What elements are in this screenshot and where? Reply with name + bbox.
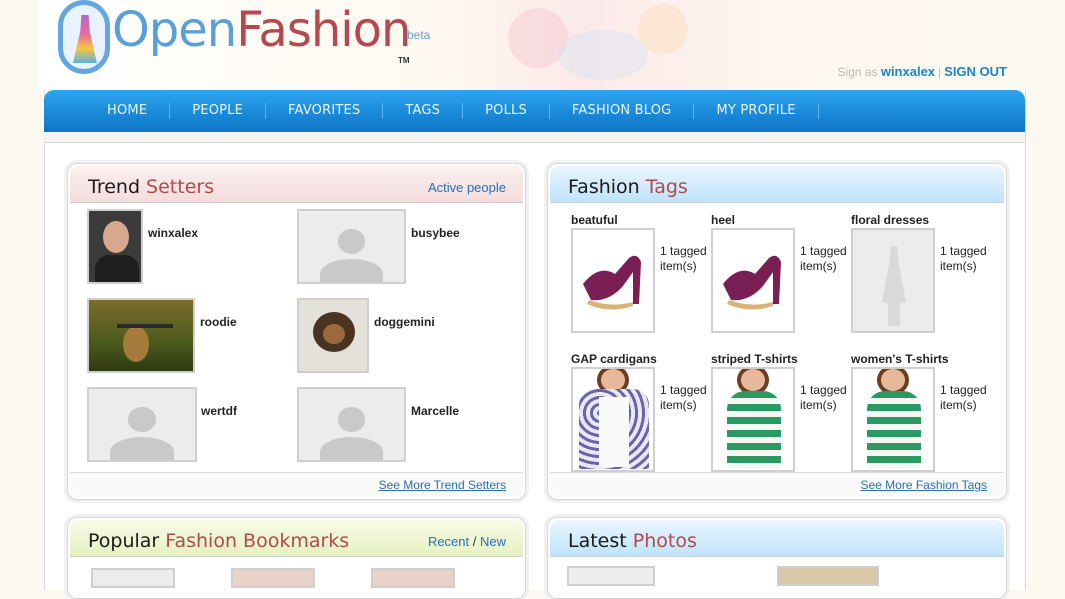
tag-item[interactable]: beatuful 1 tagged item(s) — [571, 213, 711, 345]
username-link[interactable]: winxalex — [881, 64, 935, 79]
logo-wordmark[interactable]: OpenFashion — [112, 6, 411, 54]
tag-count: 1 tagged item(s) — [660, 244, 707, 273]
avatar[interactable] — [297, 298, 369, 373]
signin-prefix: Sign as — [837, 65, 878, 79]
title-part: Trend — [88, 176, 147, 198]
bookmarks-filter: Recent / New — [428, 534, 506, 549]
title-part: Fashion — [568, 176, 646, 198]
sign-out-link[interactable]: SIGN OUT — [944, 64, 1007, 79]
tag-name[interactable]: striped T-shirts — [711, 352, 798, 366]
panel-title: Latest Photos — [568, 530, 697, 552]
title-part: Latest — [568, 530, 633, 552]
nav-item-my-profile[interactable]: MY PROFILE — [694, 103, 819, 119]
avatar[interactable] — [87, 209, 143, 284]
logo-part-fashion: Fashion — [236, 2, 411, 58]
photo-thumbnail[interactable] — [777, 566, 879, 586]
beta-label: beta — [407, 28, 431, 42]
panel-header: Trend Setters Active people — [70, 166, 523, 203]
tag-item[interactable]: heel 1 tagged item(s) — [711, 213, 851, 345]
panel-title: Fashion Tags — [568, 176, 688, 198]
nav-item-fashion-blog[interactable]: FASHION BLOG — [550, 103, 695, 119]
dress-silhouette-image — [882, 246, 906, 326]
trademark-label: TM — [398, 56, 410, 65]
tag-count: 1 tagged item(s) — [940, 244, 987, 273]
nav-underbar — [44, 132, 1025, 143]
signin-separator: | — [938, 65, 942, 79]
active-people-link[interactable]: Active people — [428, 180, 506, 195]
nav-item-tags[interactable]: TAGS — [383, 103, 464, 119]
recent-link[interactable]: Recent — [428, 534, 469, 549]
tag-thumbnail[interactable] — [571, 367, 655, 472]
trend-setters-panel: Trend Setters Active people winxalex bus… — [67, 163, 526, 500]
avatar-placeholder[interactable] — [297, 209, 406, 284]
logo-part-open: Open — [112, 2, 237, 58]
tag-name[interactable]: floral dresses — [851, 213, 929, 227]
bookmark-thumbnail[interactable] — [231, 568, 315, 588]
photo-thumbnail[interactable] — [567, 566, 655, 586]
bookmark-thumbnail[interactable] — [371, 568, 455, 588]
panel-header: Popular Fashion Bookmarks Recent / New — [70, 520, 523, 557]
tag-thumbnail[interactable] — [711, 367, 795, 472]
avatar[interactable] — [87, 298, 195, 373]
tag-item[interactable]: striped T-shirts 1 tagged item(s) — [711, 352, 851, 484]
tag-count: 1 tagged item(s) — [940, 383, 987, 412]
tag-item[interactable]: women's T-shirts 1 tagged item(s) — [851, 352, 991, 484]
see-more-fashion-tags-link[interactable]: See More Fashion Tags — [860, 478, 987, 492]
tag-name[interactable]: beatuful — [571, 213, 618, 227]
see-more-trend-setters-link[interactable]: See More Trend Setters — [379, 478, 506, 492]
bookmark-thumbnail[interactable] — [91, 568, 175, 588]
latest-photos-panel: Latest Photos — [547, 517, 1007, 599]
tag-count: 1 tagged item(s) — [800, 383, 847, 412]
title-part: Popular — [88, 530, 166, 552]
person-name[interactable]: Marcelle — [411, 404, 459, 418]
tag-count: 1 tagged item(s) — [660, 383, 707, 412]
filter-separator: / — [469, 534, 480, 549]
new-link[interactable]: New — [480, 534, 506, 549]
tag-name[interactable]: heel — [711, 213, 735, 227]
person-name[interactable]: doggemini — [374, 315, 435, 329]
title-accent: Setters — [146, 176, 215, 198]
nav-item-polls[interactable]: POLLS — [463, 103, 550, 119]
tag-name[interactable]: GAP cardigans — [571, 352, 657, 366]
decor-swirl — [638, 4, 688, 54]
striped-shirt-image — [867, 391, 921, 469]
avatar-placeholder[interactable] — [297, 387, 406, 462]
shoe-image — [723, 255, 781, 310]
nav-item-home[interactable]: HOME — [85, 103, 171, 119]
popular-bookmarks-panel: Popular Fashion Bookmarks Recent / New — [67, 517, 526, 599]
fashion-tags-panel: Fashion Tags beatuful 1 tagged item(s) h… — [547, 163, 1007, 500]
decor-swirl — [558, 30, 648, 80]
page: OpenFashion beta TM Sign as winxalex | SIG… — [0, 0, 1065, 599]
signin-bar: Sign as winxalex | SIGN OUT — [837, 64, 1007, 79]
striped-shirt-image — [727, 391, 781, 469]
main-nav: HOME PEOPLE FAVORITES TAGS POLLS FASHION… — [44, 90, 1025, 132]
tag-count: 1 tagged item(s) — [800, 244, 847, 273]
person-name[interactable]: busybee — [411, 226, 460, 240]
logo-icon[interactable] — [58, 0, 110, 74]
panel-title: Trend Setters — [88, 176, 214, 198]
person-name[interactable]: winxalex — [148, 226, 198, 240]
nav-item-favorites[interactable]: FAVORITES — [266, 103, 384, 119]
title-accent: Tags — [645, 176, 688, 198]
tag-item[interactable]: GAP cardigans 1 tagged item(s) — [571, 352, 711, 484]
panel-header: Fashion Tags — [550, 166, 1004, 203]
tag-thumbnail[interactable] — [851, 228, 935, 333]
title-accent: Fashion Bookmarks — [165, 530, 350, 552]
tag-name[interactable]: women's T-shirts — [851, 352, 949, 366]
avatar-placeholder[interactable] — [87, 387, 197, 462]
tag-thumbnail[interactable] — [851, 367, 935, 472]
tag-item[interactable]: floral dresses 1 tagged item(s) — [851, 213, 991, 345]
tag-thumbnail[interactable] — [711, 228, 795, 333]
person-name[interactable]: wertdf — [201, 404, 237, 418]
person-name[interactable]: roodie — [200, 315, 237, 329]
panel-title: Popular Fashion Bookmarks — [88, 530, 349, 552]
panel-footer: See More Trend Setters — [70, 472, 523, 497]
panel-footer: See More Fashion Tags — [550, 472, 1004, 497]
shoe-image — [583, 255, 641, 310]
panel-header: Latest Photos — [550, 520, 1004, 557]
nav-item-people[interactable]: PEOPLE — [170, 103, 267, 119]
title-accent: Photos — [632, 530, 697, 552]
tag-thumbnail[interactable] — [571, 228, 655, 333]
